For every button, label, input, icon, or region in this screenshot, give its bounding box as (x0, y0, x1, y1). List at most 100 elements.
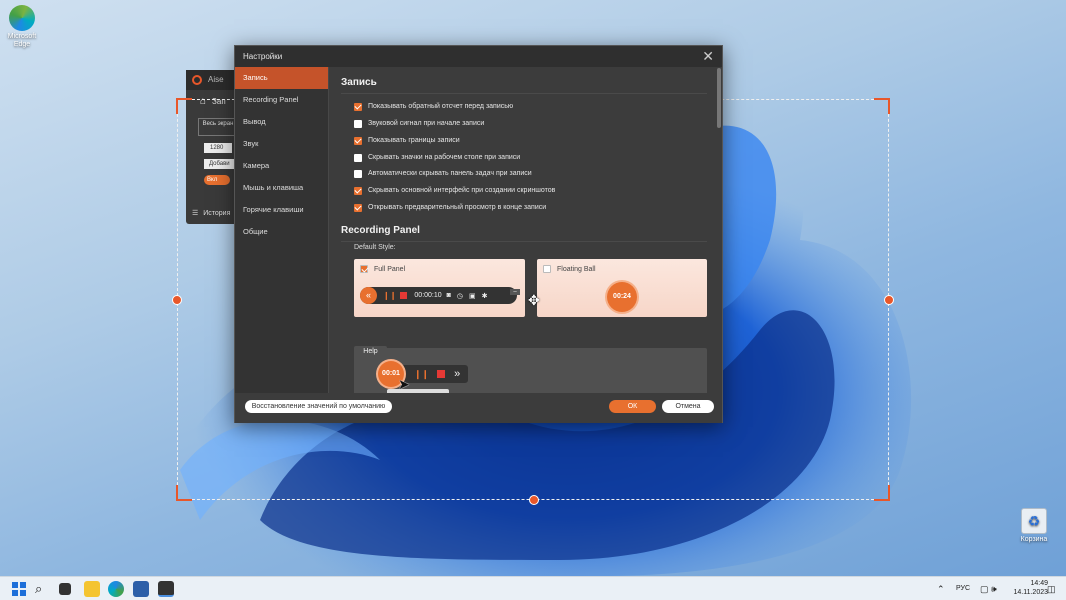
stop-icon (400, 292, 408, 299)
checkbox[interactable] (354, 170, 362, 178)
sidebar-item-general[interactable]: Общие (235, 221, 328, 243)
floating-ball-label: Floating Ball (557, 265, 596, 273)
sidebar-item-output[interactable]: Вывод (235, 111, 328, 133)
restore-defaults-button[interactable]: Восстановление значений по умолчанию (245, 400, 392, 413)
selection-handle-right[interactable] (884, 295, 894, 305)
expand-icon: » (454, 368, 461, 380)
option-open-preview[interactable]: Открывать предварительный просмотр в кон… (354, 203, 546, 213)
divider (341, 93, 707, 94)
app-title: Aise (208, 75, 224, 84)
option-beep[interactable]: Звуковой сигнал при начале записи (354, 119, 484, 129)
network-icon[interactable]: ▢ (980, 577, 989, 600)
dialog-titlebar: Настройки ✕ (235, 46, 722, 67)
language-indicator[interactable]: РУС (956, 577, 970, 600)
move-cursor-icon: ✥ (528, 292, 540, 308)
option-hide-main-ui[interactable]: Скрывать основной интерфейс при создании… (354, 186, 555, 196)
tray-chevron-icon[interactable]: ⌃ (937, 577, 945, 600)
option-show-bounds[interactable]: Показывать границы записи (354, 136, 460, 146)
settings-dialog: Настройки ✕ Запись Recording Panel Вывод… (234, 45, 723, 423)
collapse-icon: « (360, 287, 377, 304)
sidebar-item-recording-panel[interactable]: Recording Panel (235, 89, 328, 111)
sidebar-item-camera[interactable]: Камера (235, 155, 328, 177)
volume-icon[interactable]: 🕪 (991, 577, 997, 600)
file-explorer-icon[interactable] (84, 581, 100, 597)
app-logo-icon (192, 75, 202, 85)
start-icon[interactable] (11, 581, 27, 597)
scrollbar-thumb[interactable] (717, 68, 721, 128)
selection-corner-br[interactable] (874, 485, 890, 501)
recycle-bin-label: Корзина (1020, 536, 1048, 543)
checkbox[interactable] (354, 154, 362, 162)
edge-label: Microsoft Edge (7, 33, 37, 48)
recycle-bin-icon: ♻ (1021, 508, 1047, 534)
panel-section-heading: Recording Panel (341, 225, 420, 236)
full-panel-label: Full Panel (374, 265, 406, 273)
selection-corner-tl[interactable] (176, 98, 192, 114)
recorder-app-icon[interactable] (158, 581, 174, 597)
settings-content: Запись Показывать обратный отсчет перед … (330, 67, 716, 393)
option-label: Открывать предварительный просмотр в кон… (368, 204, 547, 211)
selection-handle-bottom[interactable] (529, 495, 539, 505)
selection-corner-tr[interactable] (874, 98, 890, 114)
clock-time: 14:49 (1030, 580, 1048, 587)
ok-button[interactable]: ОК (609, 400, 656, 413)
sidebar-item-mouse-keys[interactable]: Мышь и клавиша (235, 177, 328, 199)
checkbox[interactable] (354, 204, 362, 212)
full-panel-preview: « ❙❙ 00:00:10 ◙ ◷ ▣ ✱ (360, 287, 517, 304)
edge-taskbar-icon[interactable] (108, 581, 124, 597)
gear-icon: ✱ (481, 292, 488, 300)
taskbar: ⌕ ⌃ РУС ▢ 🕪 14:49 14.11.2023 ◫ (0, 576, 1066, 600)
pause-icon: ❙❙ (414, 368, 430, 379)
record-section-heading: Запись (341, 77, 377, 88)
floating-ball-card[interactable]: Floating Ball 00:24 (537, 259, 707, 317)
option-label: Скрывать значки на рабочем столе при зап… (368, 154, 521, 161)
option-label: Звуковой сигнал при начале записи (368, 120, 485, 127)
option-hide-desktop-icons[interactable]: Скрывать значки на рабочем столе при зап… (354, 153, 520, 163)
clock-icon: ◷ (456, 292, 463, 300)
checkbox[interactable] (354, 120, 362, 128)
minimize-icon: – (510, 289, 520, 295)
settings-sidebar: Запись Recording Panel Вывод Звук Камера… (235, 67, 329, 393)
checkbox[interactable] (354, 187, 362, 195)
floating-ball-checkbox[interactable] (543, 265, 551, 273)
cancel-button[interactable]: Отмена (662, 400, 714, 413)
stop-icon (437, 370, 446, 378)
full-panel-card[interactable]: Full Panel « ❙❙ 00:00:10 ◙ ◷ ▣ ✱ – (354, 259, 525, 317)
selection-handle-left[interactable] (172, 295, 182, 305)
pause-icon: ❙❙ (383, 291, 397, 300)
sidebar-item-hotkeys[interactable]: Горячие клавиши (235, 199, 328, 221)
close-icon[interactable]: ✕ (702, 49, 714, 63)
selection-corner-bl[interactable] (176, 485, 192, 501)
timer-text: 00:00:10 (414, 292, 442, 299)
search-icon[interactable]: ⌕ (35, 581, 51, 597)
option-countdown[interactable]: Показывать обратный отсчет перед записью (354, 102, 513, 112)
option-hide-taskbar[interactable]: Автоматически скрывать панель задач при … (354, 169, 532, 179)
task-view-icon[interactable] (59, 583, 71, 595)
clock[interactable]: 14:49 14.11.2023 (1006, 579, 1048, 597)
full-panel-checkbox[interactable] (360, 265, 368, 273)
option-label: Скрывать основной интерфейс при создании… (368, 187, 556, 194)
help-preview-area: Help 00:01 ❙❙ » ➤ (354, 346, 707, 393)
checkbox[interactable] (354, 137, 362, 145)
sidebar-item-sound[interactable]: Звук (235, 133, 328, 155)
toolbox-icon: ▣ (469, 292, 476, 300)
option-label: Показывать границы записи (368, 137, 460, 144)
edge-icon (9, 5, 35, 31)
edge-desktop-icon[interactable]: Microsoft Edge (0, 5, 44, 49)
help-tab[interactable]: Help (354, 346, 387, 357)
dialog-footer: Восстановление значений по умолчанию ОК … (235, 393, 722, 423)
notification-icon[interactable]: ◫ (1047, 577, 1056, 600)
dialog-title: Настройки (243, 52, 283, 61)
clock-date: 14.11.2023 (1013, 589, 1048, 596)
help-toolbar: 00:01 ❙❙ » (378, 361, 468, 387)
default-style-label: Default Style: (354, 244, 396, 251)
sidebar-item-record[interactable]: Запись (235, 67, 328, 89)
camera-icon: ◙ (446, 292, 451, 299)
recycle-bin-desktop-icon[interactable]: ♻ Корзина (1012, 508, 1056, 544)
floating-ball-preview: 00:24 (607, 282, 637, 312)
option-label: Автоматически скрывать панель задач при … (368, 170, 532, 177)
checkbox[interactable] (354, 103, 362, 111)
option-label: Показывать обратный отсчет перед записью (368, 103, 514, 110)
store-icon[interactable] (133, 581, 149, 597)
divider (341, 241, 707, 242)
